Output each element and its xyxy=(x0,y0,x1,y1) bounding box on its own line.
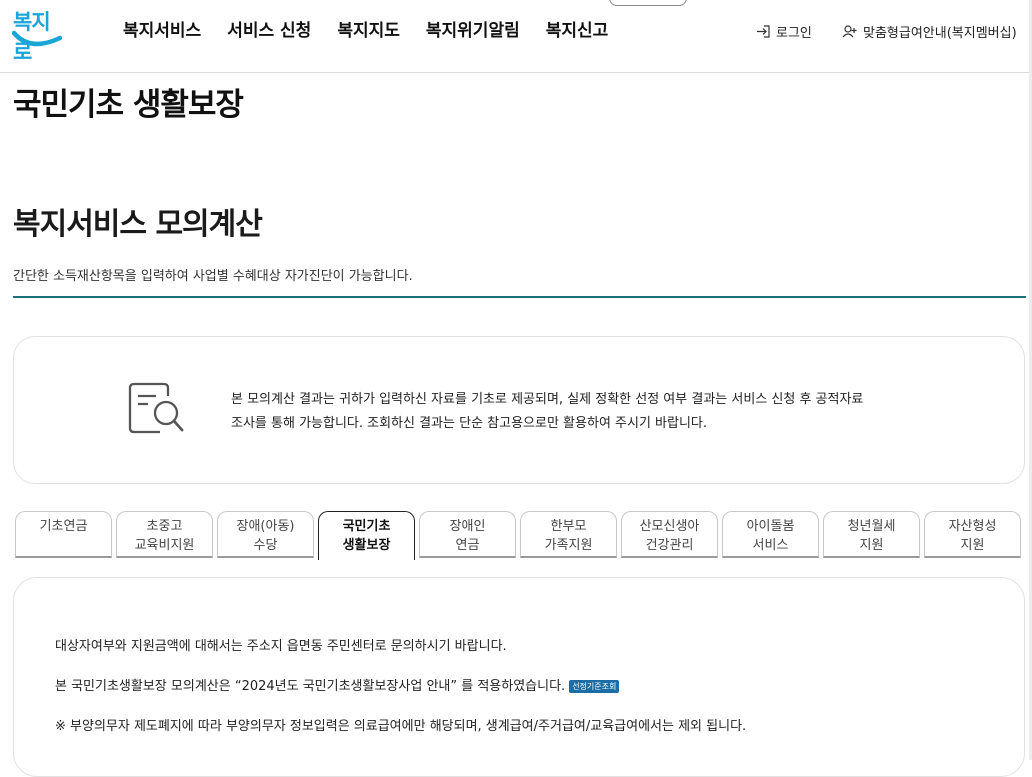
nav-welfare-service[interactable]: 복지서비스 xyxy=(123,16,201,41)
tab-disability-child[interactable]: 장애(아동) 수당 xyxy=(217,511,314,558)
tab-youth-rent[interactable]: 청년월세 지원 xyxy=(823,511,920,558)
tab-childcare[interactable]: 아이돌봄 서비스 xyxy=(722,511,819,558)
user-add-icon xyxy=(842,25,857,38)
login-icon xyxy=(757,25,770,38)
membership-label: 맞춤형급여안내(복지멤버십) xyxy=(863,26,1017,41)
membership-link[interactable]: 맞춤형급여안내(복지멤버십) xyxy=(842,22,1017,41)
notice-line-2: 조사를 통해 가능합니다. 조회하신 결과는 단순 참고용으로만 활용하여 주시… xyxy=(231,416,708,431)
nav-welfare-map[interactable]: 복지지도 xyxy=(337,16,400,41)
document-search-icon xyxy=(128,382,184,434)
content-line-2-text: 본 국민기초생활보장 모의계산은 “2024년도 국민기초생활보장사업 안내” … xyxy=(55,679,566,694)
notice-box: 본 모의계산 결과는 귀하가 입력하신 자료를 기초로 제공되며, 실제 정확한… xyxy=(13,336,1025,484)
nav-crisis-alert[interactable]: 복지위기알림 xyxy=(426,16,520,41)
notice-line-1: 본 모의계산 결과는 귀하가 입력하신 자료를 기초로 제공되며, 실제 정확한… xyxy=(231,392,864,407)
main-nav: 복지서비스 서비스 신청 복지지도 복지위기알림 복지신고 xyxy=(123,16,608,41)
login-label: 로그인 xyxy=(776,26,812,41)
top-pill-button[interactable] xyxy=(609,0,687,6)
calculator-tabs: 기초연금 초중고 교육비지원 장애(아동) 수당 국민기초 생활보장 장애인 연금 한부… xyxy=(15,511,1021,560)
tab-maternal-newborn[interactable]: 산모신생아 건강관리 xyxy=(621,511,718,558)
smile-icon xyxy=(12,30,62,47)
content-line-2: 본 국민기초생활보장 모의계산은 “2024년도 국민기초생활보장사업 안내” … xyxy=(55,675,620,694)
criteria-lookup-button[interactable]: 선정기준조회 xyxy=(569,680,620,693)
nav-welfare-report[interactable]: 복지신고 xyxy=(546,16,609,41)
content-panel: 대상자여부와 지원금액에 대해서는 주소지 읍면동 주민센터로 문의하시기 바랍… xyxy=(13,577,1025,777)
notice-text: 본 모의계산 결과는 귀하가 입력하신 자료를 기초로 제공되며, 실제 정확한… xyxy=(231,388,921,436)
tab-asset-building[interactable]: 자산형성 지원 xyxy=(924,511,1021,558)
tab-disability-pension[interactable]: 장애인 연금 xyxy=(419,511,516,558)
tab-school-education[interactable]: 초중고 교육비지원 xyxy=(116,511,213,558)
tab-single-parent[interactable]: 한부모 가족지원 xyxy=(520,511,617,558)
tab-basic-pension[interactable]: 기초연금 xyxy=(15,511,112,558)
site-header: 복지로 복지서비스 서비스 신청 복지지도 복지위기알림 복지신고 로그인 맞춤… xyxy=(0,0,1032,73)
section-title: 복지서비스 모의계산 xyxy=(13,207,263,242)
section-description: 간단한 소득재산항목을 입력하여 사업별 수혜대상 자가진단이 가능합니다. xyxy=(13,269,413,284)
nav-service-apply[interactable]: 서비스 신청 xyxy=(227,16,311,41)
content-line-3: ※ 부양의무자 제도폐지에 따라 부양의무자 정보입력은 의료급여에만 해당되며… xyxy=(55,719,747,734)
site-logo[interactable]: 복지로 xyxy=(12,6,64,64)
tab-basic-livelihood[interactable]: 국민기초 생활보장 xyxy=(318,511,415,560)
content-line-1: 대상자여부와 지원금액에 대해서는 주소지 읍면동 주민센터로 문의하시기 바랍… xyxy=(55,639,507,654)
page-title: 국민기초 생활보장 xyxy=(13,87,244,123)
login-link[interactable]: 로그인 xyxy=(756,22,812,41)
section-divider xyxy=(13,296,1026,298)
